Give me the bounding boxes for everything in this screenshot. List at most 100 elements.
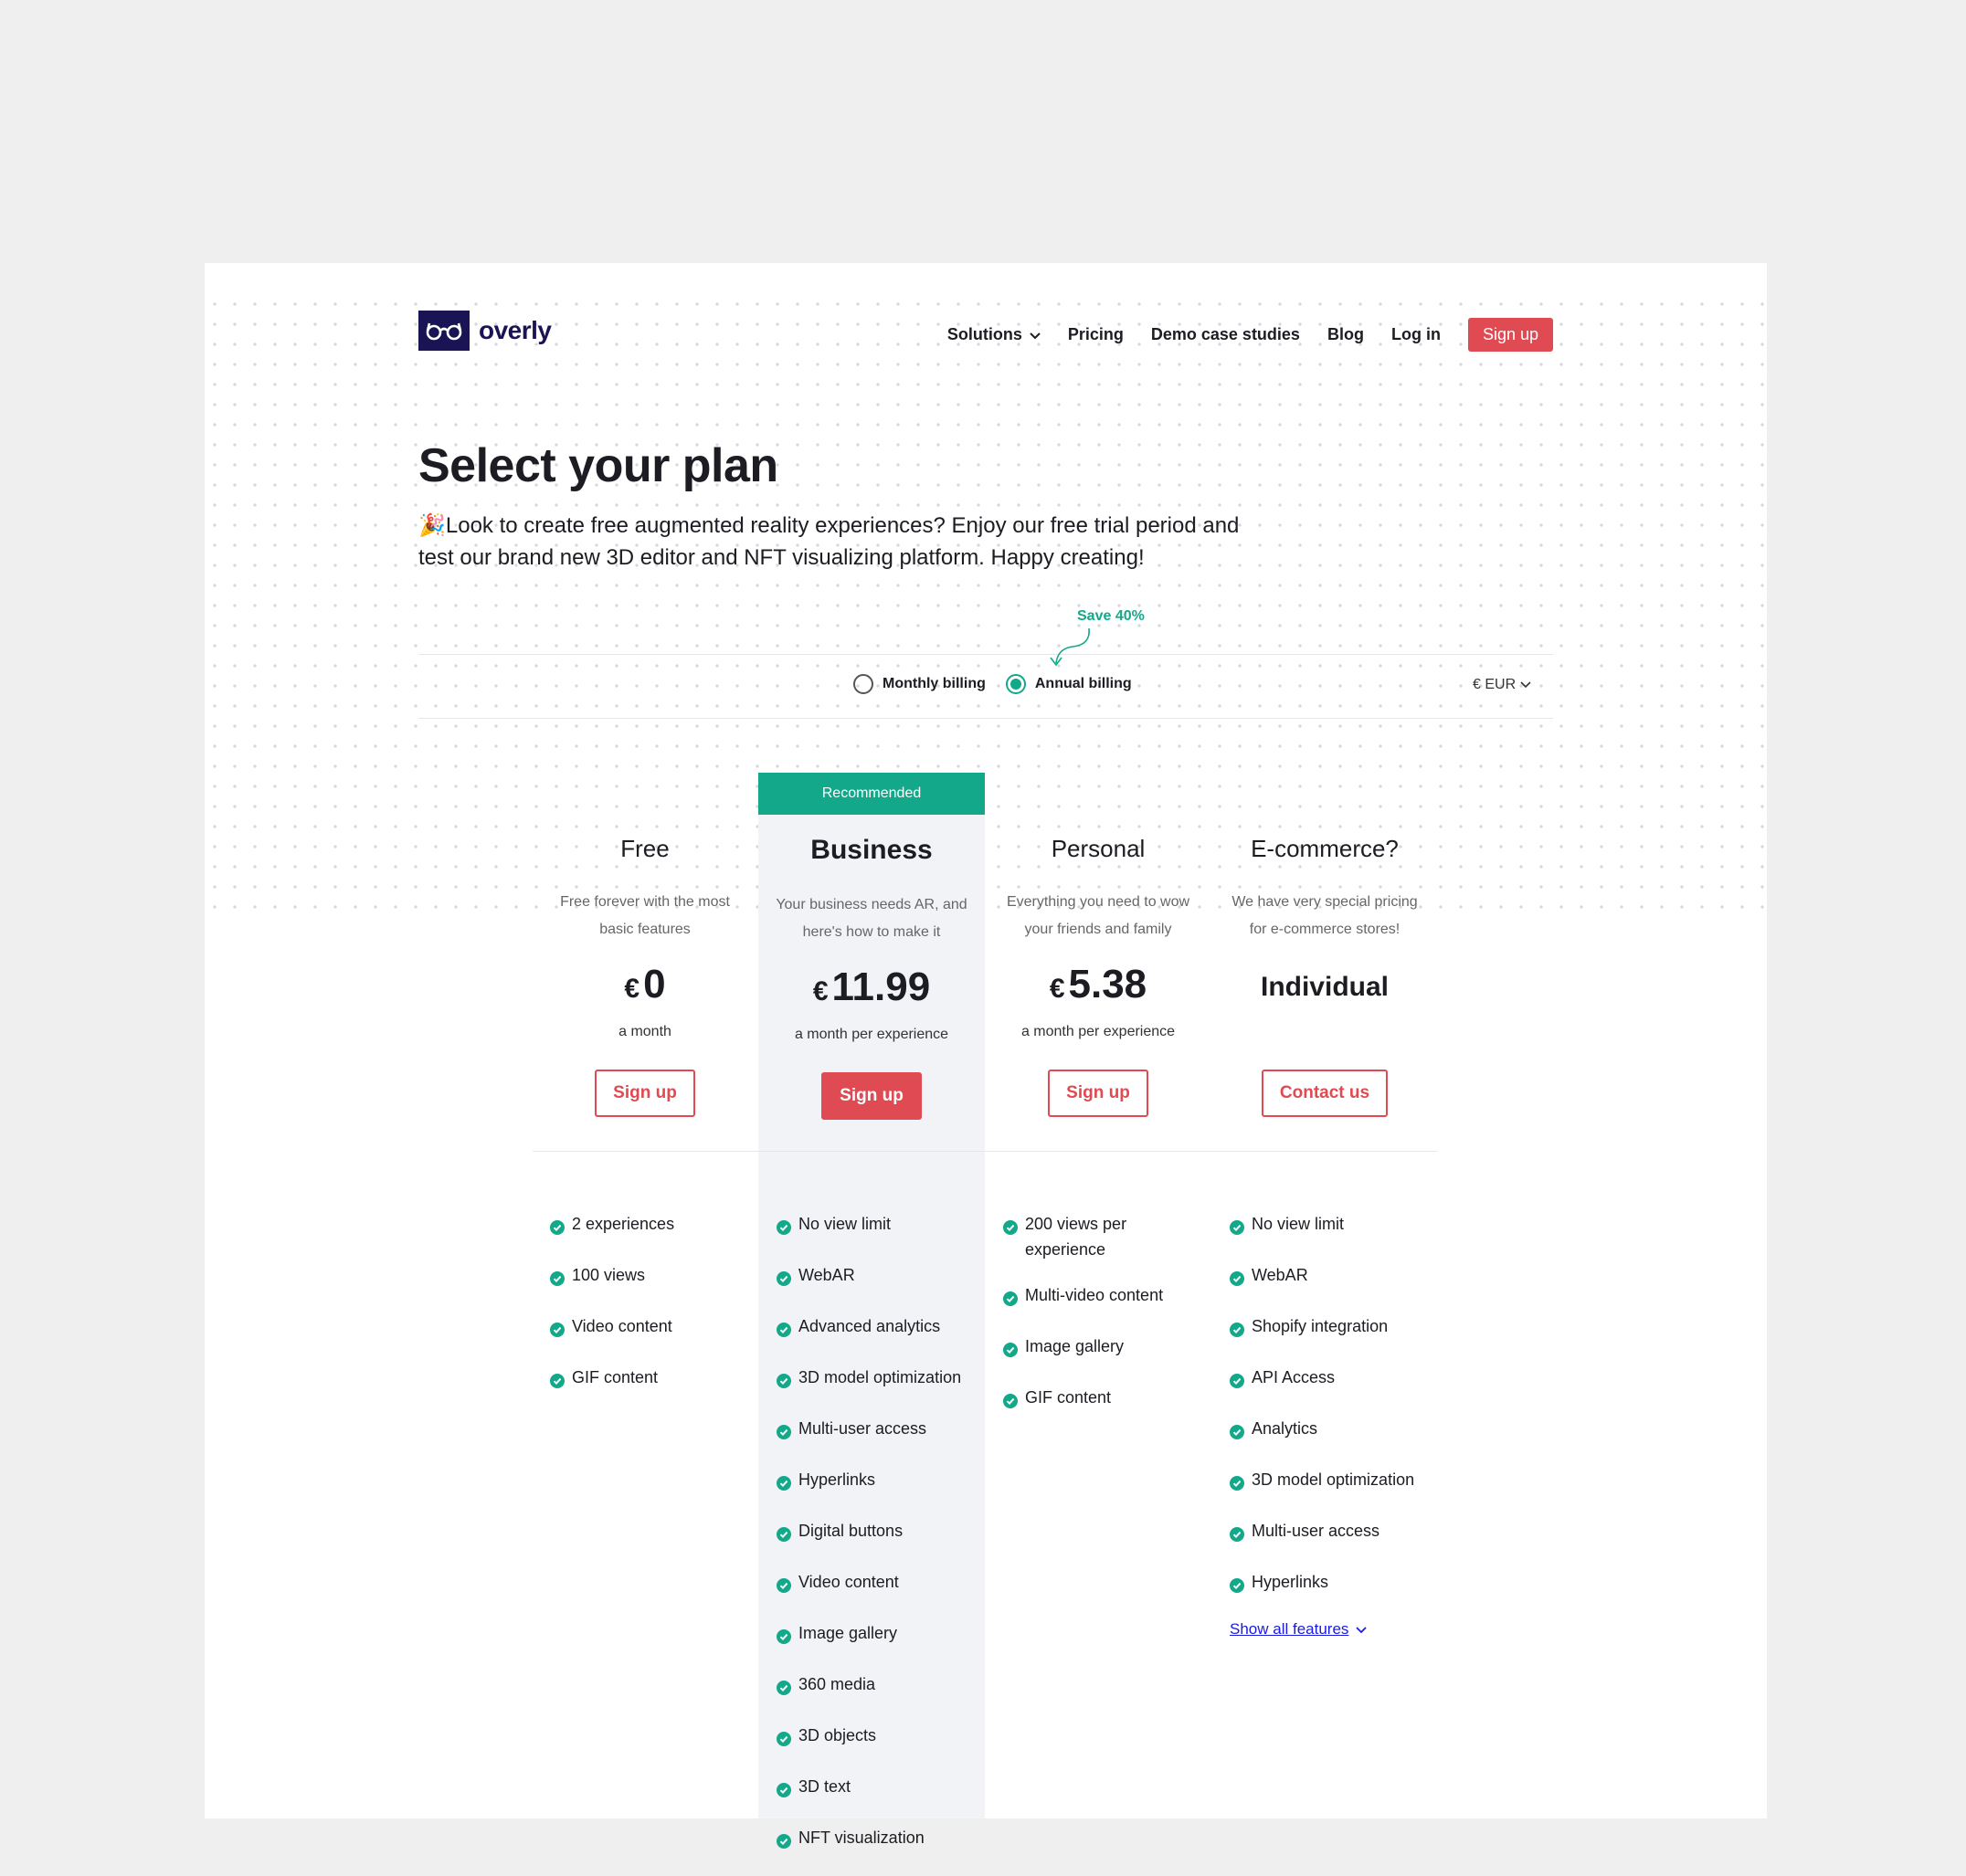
check-circle-icon [777,1830,791,1856]
plan-name: Free [620,835,670,862]
feature-label: 100 views [572,1266,646,1284]
check-circle-icon [1230,1575,1244,1600]
currency-symbol: € [1049,974,1065,1004]
feature-label: WebAR [798,1266,855,1284]
business-signup-button[interactable]: Sign up [821,1072,922,1120]
feature-item: No view limit [777,1211,978,1242]
annual-billing-radio[interactable] [1005,674,1026,694]
feature-item: 360 media [777,1671,978,1702]
price-period: a month per experience [794,1027,949,1042]
price-value: 0 [643,962,666,1007]
feature-item: 100 views [550,1262,751,1293]
feature-label: GIF content [572,1368,659,1386]
check-circle-icon [777,1523,791,1549]
check-circle-icon [1230,1370,1244,1396]
feature-item: Multi-user access [777,1416,978,1447]
feature-label: Video content [572,1317,672,1335]
price-value: 11.99 [831,964,931,1009]
feature-label: GIF content [1025,1388,1112,1407]
feature-item: GIF content [1003,1385,1204,1416]
feature-label: NFT visualization [798,1829,925,1847]
check-circle-icon [777,1319,791,1344]
check-circle-icon [1230,1472,1244,1498]
top-nav: Solutions Pricing Demo case studies Blog… [947,318,1553,352]
feature-label: Hyperlinks [1252,1573,1329,1591]
feature-label: API Access [1252,1368,1336,1386]
plan-name: E-commerce? [1251,835,1399,862]
monthly-billing-radio[interactable] [853,674,873,694]
check-circle-icon [777,1217,791,1242]
nav-log-in[interactable]: Log in [1391,325,1441,344]
feature-label: Analytics [1252,1419,1318,1438]
plan-personal: Personal Everything you need to wow your… [985,815,1211,1117]
feature-label: Advanced analytics [798,1317,941,1335]
divider [418,654,1553,655]
features-free: 2 experiences 100 views Video content GIF c… [550,1211,751,1416]
chevron-down-icon [1520,677,1531,692]
nav-solutions[interactable]: Solutions [947,325,1041,344]
plan-description: Your business needs AR, and here's how t… [776,897,967,940]
check-circle-icon [777,1575,791,1600]
check-circle-icon [777,1779,791,1805]
check-circle-icon [1003,1288,1018,1313]
personal-signup-button[interactable]: Sign up [1048,1070,1148,1117]
feature-label: 3D model optimization [1252,1470,1415,1489]
nav-blog[interactable]: Blog [1327,325,1364,344]
nav-pricing[interactable]: Pricing [1068,325,1124,344]
feature-item: 3D model optimization [1230,1467,1431,1498]
feature-item: WebAR [777,1262,978,1293]
contact-us-button[interactable]: Contact us [1261,1070,1389,1117]
plan-price: Individual [1260,972,1389,1002]
nav-demo-case-studies[interactable]: Demo case studies [1151,325,1300,344]
feature-item: No view limit [1230,1211,1431,1242]
plan-price: € 11.99 [758,964,985,1016]
chevron-down-icon [1356,1622,1368,1637]
feature-item: 3D text [777,1774,978,1805]
feature-label: 3D model optimization [798,1368,962,1386]
check-circle-icon [777,1472,791,1498]
check-circle-icon [777,1268,791,1293]
logo[interactable]: overly [418,311,552,351]
currency-symbol: € [624,974,640,1004]
curved-arrow-icon [1045,627,1100,677]
check-circle-icon [1230,1217,1244,1242]
plan-description: Free forever with the most basic feature… [560,894,730,937]
free-signup-button[interactable]: Sign up [595,1070,695,1117]
feature-item: 200 views per experience [1003,1211,1204,1262]
feature-item: 2 experiences [550,1211,751,1242]
feature-label: Digital buttons [798,1522,904,1540]
currency-select[interactable]: € EUR [1473,677,1531,693]
check-circle-icon [777,1370,791,1396]
check-circle-icon [550,1217,565,1242]
check-circle-icon [1230,1421,1244,1447]
billing-toggle: Monthly billing Annual billing [853,674,1152,694]
price-period: a month [618,1024,671,1039]
feature-item: NFT visualization [777,1825,978,1856]
feature-item: Video content [550,1313,751,1344]
feature-item: GIF content [550,1365,751,1396]
annual-billing-label[interactable]: Annual billing [1035,676,1132,692]
currency-value: € EUR [1473,677,1517,692]
feature-label: 3D text [798,1777,851,1796]
feature-item: Hyperlinks [1230,1569,1431,1600]
plan-free: Free Free forever with the most basic fe… [532,815,758,1117]
plan-description: Everything you need to wow your friends … [1006,894,1190,937]
plan-description: We have very special pricing for e-comme… [1231,894,1418,937]
feature-label: Image gallery [1025,1337,1125,1355]
feature-item: Multi-video content [1003,1282,1204,1313]
check-circle-icon [550,1268,565,1293]
monthly-billing-label[interactable]: Monthly billing [883,676,986,692]
plan-name: Business [810,835,933,865]
features-personal: 200 views per experience Multi-video cont… [1003,1211,1204,1436]
nav-signup-button[interactable]: Sign up [1467,318,1553,352]
feature-label: Hyperlinks [798,1470,876,1489]
currency-symbol: € [812,976,829,1007]
feature-label: Image gallery [798,1624,898,1642]
page-title: Select your plan [418,439,778,492]
nav-solutions-label: Solutions [946,325,1022,343]
feature-label: 3D objects [798,1726,877,1744]
feature-label: 360 media [798,1675,876,1693]
show-all-features-link[interactable]: Show all features [1230,1620,1368,1639]
check-circle-icon [550,1319,565,1344]
feature-label: No view limit [798,1215,892,1233]
